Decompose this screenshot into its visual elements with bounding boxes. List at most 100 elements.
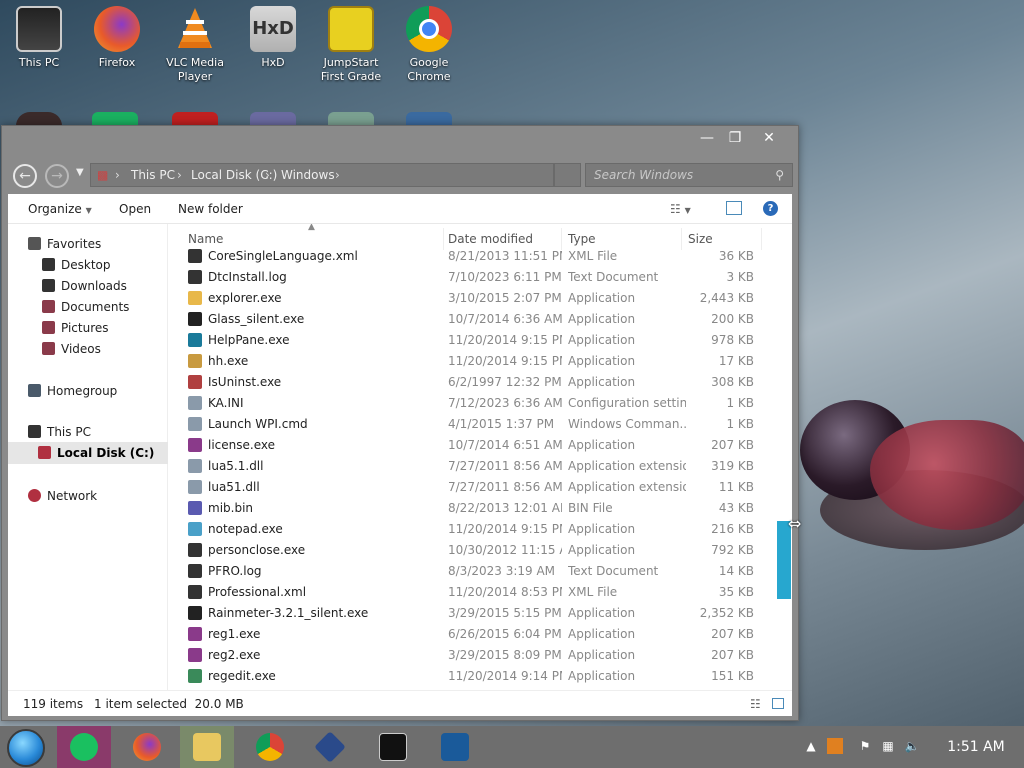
file-name: regedit.exe: [188, 666, 438, 687]
nav-item-local-disk[interactable]: Local Disk (C:): [38, 443, 154, 463]
file-type: Application: [568, 522, 636, 536]
forward-button[interactable]: →: [45, 164, 69, 188]
details-view-icon[interactable]: ☷: [750, 691, 761, 717]
file-row[interactable]: regedit.exe 11/20/2014 9:14 PM Application…: [182, 666, 780, 687]
file-name: mib.bin: [188, 498, 438, 519]
desktop-icon-hxd[interactable]: HxD HxD: [236, 6, 310, 70]
taskbar-clock[interactable]: 1:51 AM: [936, 726, 1016, 768]
file-date-modified: 3/29/2015 5:15 PM: [448, 606, 562, 620]
file-row[interactable]: CoreSingleLanguage.xml 8/21/2013 11:51 PM…: [182, 246, 780, 267]
folder-path-icon: ▩: [97, 168, 109, 182]
file-row[interactable]: PFRO.log 8/3/2023 3:19 AM Text Document 14 …: [182, 561, 780, 582]
desktop-icon-this-pc[interactable]: This PC: [2, 6, 76, 70]
file-row[interactable]: HelpPane.exe 11/20/2014 9:15 PM Applicatio…: [182, 330, 780, 351]
file-row[interactable]: KA.INI 7/12/2023 6:36 AM Configuration set…: [182, 393, 780, 414]
preview-pane-icon[interactable]: [726, 201, 742, 215]
desktop-icon-jumpstart[interactable]: JumpStart First Grade: [314, 6, 388, 84]
file-row[interactable]: Rainmeter-3.2.1_silent.exe 3/29/2015 5:15…: [182, 603, 780, 624]
network-status-icon[interactable]: ▦: [880, 738, 896, 754]
nav-item-homegroup[interactable]: Homegroup: [28, 381, 117, 401]
desktop-icon-chrome[interactable]: Google Chrome: [392, 6, 466, 84]
close-button[interactable]: ✕: [754, 128, 784, 148]
large-icons-view-icon[interactable]: [772, 698, 784, 709]
refresh-button[interactable]: [554, 163, 581, 187]
file-type: Application extension: [568, 480, 686, 494]
file-size: 14 KB: [718, 564, 754, 578]
breadcrumb-separator-icon: ›: [115, 168, 120, 182]
new-folder-button[interactable]: New folder: [178, 194, 243, 224]
organize-button[interactable]: Organize ▼: [28, 194, 92, 226]
file-date-modified: 11/20/2014 9:14 PM: [448, 669, 562, 683]
taskbar-app-notes[interactable]: [57, 726, 111, 768]
desktop-icon-vlc[interactable]: VLC Media Player: [158, 6, 232, 84]
jumpstart-icon: [328, 6, 374, 52]
address-bar[interactable]: ▩ › This PC › Local Disk (C:) › Windows …: [90, 163, 554, 187]
file-date-modified: 10/7/2014 6:51 AM: [448, 438, 562, 452]
file-size: 2,443 KB: [699, 291, 754, 305]
file-row[interactable]: hh.exe 11/20/2014 9:15 PM Application 17 KB: [182, 351, 780, 372]
file-row[interactable]: explorer.exe 3/10/2015 2:07 PM Application…: [182, 288, 780, 309]
taskbar-app-windows-10[interactable]: [428, 726, 482, 768]
file-size: 308 KB: [711, 375, 754, 389]
file-name: reg2.exe: [188, 645, 438, 666]
open-button[interactable]: Open: [119, 194, 151, 224]
desktop-icon-peek: [172, 112, 218, 126]
help-icon[interactable]: ?: [763, 201, 778, 216]
nav-item-desktop[interactable]: Desktop: [42, 255, 111, 275]
navigation-bar: ← → ▼ ▩ › This PC › Local Disk (C:) › Wi…: [2, 156, 798, 194]
back-button[interactable]: ←: [13, 164, 37, 188]
minimize-button[interactable]: —: [692, 128, 722, 148]
file-row[interactable]: lua5.1.dll 7/27/2011 8:56 AM Application e…: [182, 456, 780, 477]
breadcrumb-this-pc[interactable]: This PC: [131, 164, 175, 186]
file-row[interactable]: reg1.exe 6/26/2015 6:04 PM Application 207 …: [182, 624, 780, 645]
taskbar-app-chrome[interactable]: [243, 726, 297, 768]
desktop-icon-firefox[interactable]: Firefox: [80, 6, 154, 70]
nav-item-this-pc[interactable]: This PC: [28, 422, 91, 442]
title-bar[interactable]: — ❐ ✕: [2, 126, 798, 150]
file-size: 3 KB: [726, 270, 754, 284]
view-options-icon[interactable]: ☷ ▼: [670, 194, 691, 226]
taskbar-app-virtualbox[interactable]: [303, 726, 357, 768]
file-type: Configuration settin...: [568, 396, 686, 410]
file-row[interactable]: DtcInstall.log 7/10/2023 6:11 PM Text Docu…: [182, 267, 780, 288]
download-icon: [42, 279, 55, 292]
file-row[interactable]: lua51.dll 7/27/2011 8:56 AM Application ex…: [182, 477, 780, 498]
taskbar-app-explorer[interactable]: [180, 726, 234, 768]
file-row[interactable]: license.exe 10/7/2014 6:51 AM Application 2…: [182, 435, 780, 456]
nav-item-pictures[interactable]: Pictures: [42, 318, 109, 338]
nav-item-network[interactable]: Network: [28, 486, 97, 506]
show-hidden-icons-icon[interactable]: ▲: [803, 738, 819, 754]
volume-icon[interactable]: 🔈: [904, 738, 920, 754]
file-row[interactable]: notepad.exe 11/20/2014 9:15 PM Application…: [182, 519, 780, 540]
breadcrumb-windows[interactable]: Windows: [281, 164, 335, 186]
search-input[interactable]: Search Windows ⚲: [585, 163, 793, 187]
file-row[interactable]: personclose.exe 10/30/2012 11:15 AM Applic…: [182, 540, 780, 561]
file-type: Application: [568, 669, 636, 683]
file-row[interactable]: mib.bin 8/22/2013 12:01 AM BIN File 43 KB: [182, 498, 780, 519]
file-row[interactable]: Launch WPI.cmd 4/1/2015 1:37 PM Windows Co…: [182, 414, 780, 435]
nav-item-videos[interactable]: Videos: [42, 339, 101, 359]
recent-locations-chevron-icon[interactable]: ▼: [76, 167, 84, 178]
nav-item-downloads[interactable]: Downloads: [42, 276, 127, 296]
file-row[interactable]: reg2.exe 3/29/2015 8:09 PM Application 207 …: [182, 645, 780, 666]
notes-app-icon: [70, 733, 98, 761]
nav-item-documents[interactable]: Documents: [42, 297, 129, 317]
file-type: Windows Comman...: [568, 417, 686, 431]
file-size: 200 KB: [711, 312, 754, 326]
action-center-flag-icon[interactable]: ⚑: [857, 738, 873, 754]
file-type-icon: [188, 648, 202, 662]
tray-app-icon[interactable]: [827, 738, 843, 754]
file-type: Application: [568, 648, 636, 662]
maximize-button[interactable]: ❐: [720, 128, 750, 148]
start-button[interactable]: [7, 729, 45, 767]
file-row[interactable]: Glass_silent.exe 10/7/2014 6:36 AM Applica…: [182, 309, 780, 330]
command-bar: Organize ▼ Open New folder ☷ ▼ ?: [8, 194, 792, 224]
taskbar-app-command-prompt[interactable]: [366, 726, 420, 768]
nav-item-favorites[interactable]: Favorites: [28, 234, 101, 254]
file-type-icon: [188, 606, 202, 620]
file-row[interactable]: IsUninst.exe 6/2/1997 12:32 PM Application…: [182, 372, 780, 393]
file-row[interactable]: Professional.xml 11/20/2014 8:53 PM XML Fi…: [182, 582, 780, 603]
taskbar-app-firefox[interactable]: [120, 726, 174, 768]
file-name: lua5.1.dll: [188, 456, 438, 477]
chevron-down-icon: ▼: [85, 206, 92, 215]
